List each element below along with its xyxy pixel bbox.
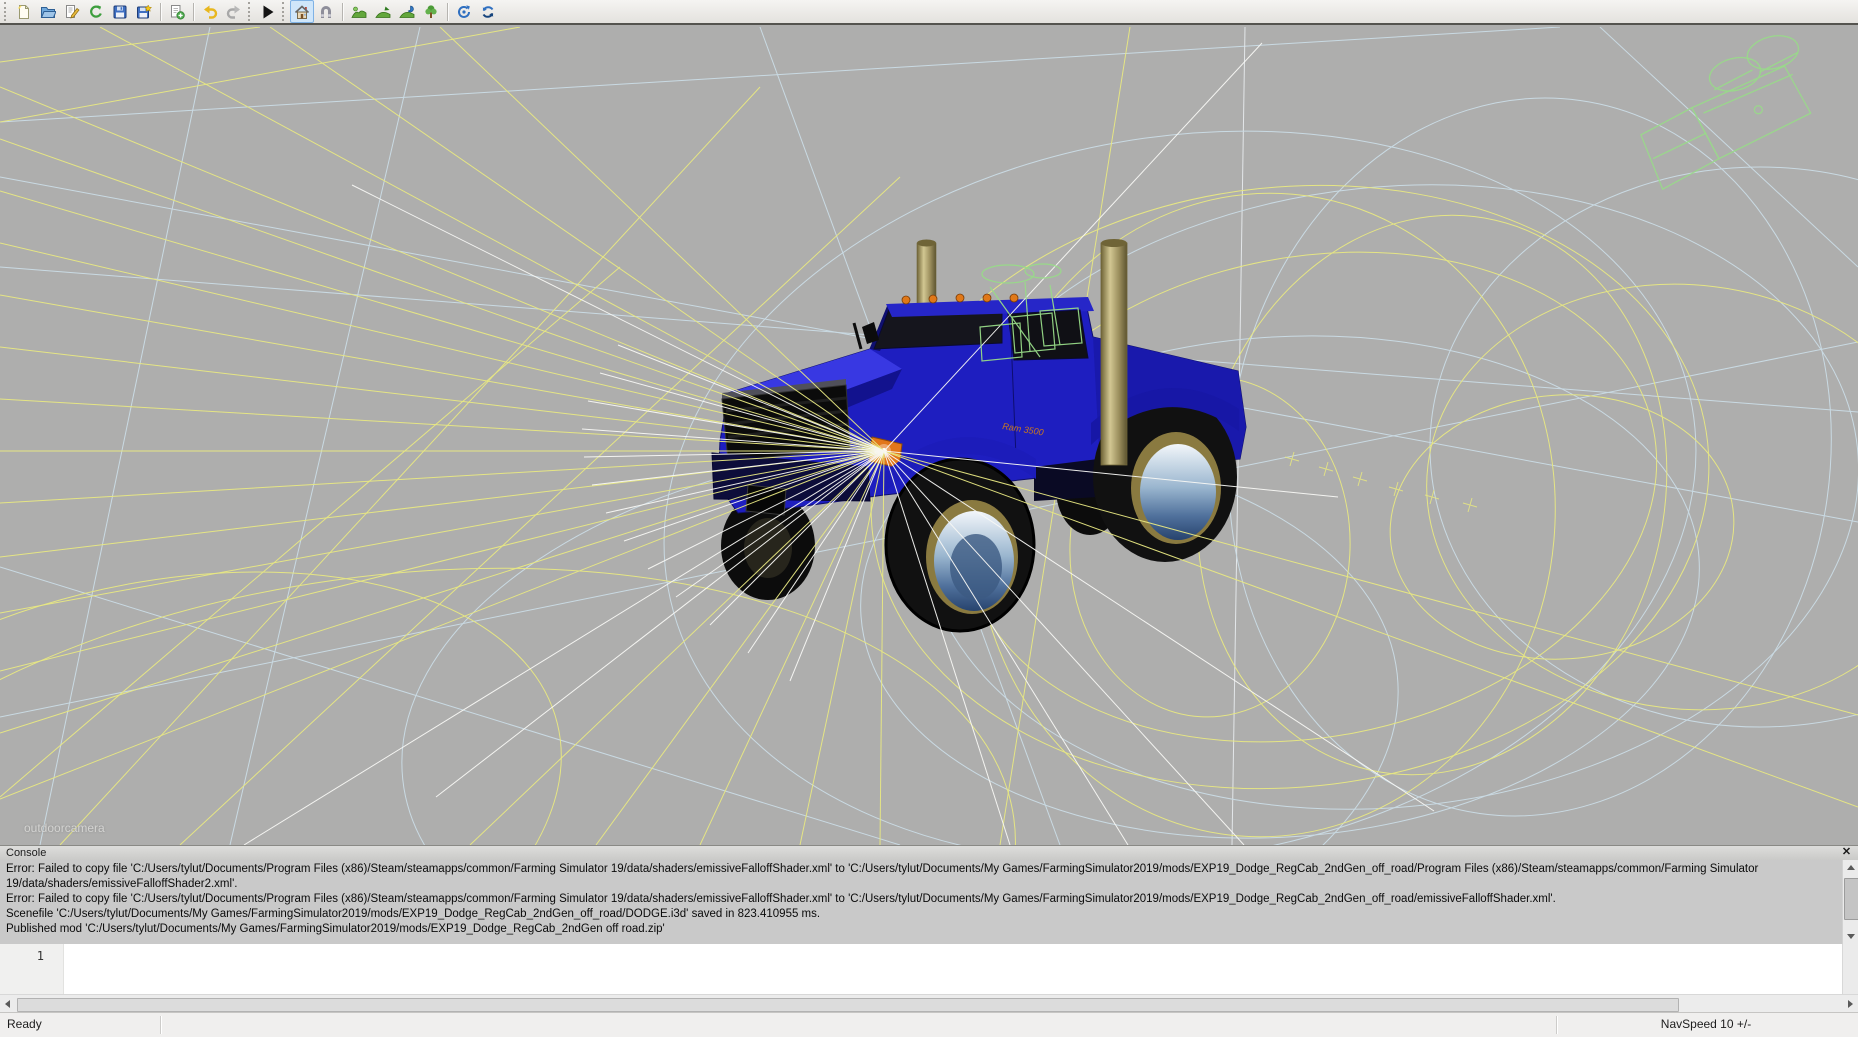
terrain-paint-icon xyxy=(399,4,415,20)
toolbar-separator xyxy=(193,3,194,21)
toolbar-button-reload-textures[interactable] xyxy=(452,0,476,23)
undo-arrow-icon xyxy=(202,4,218,20)
console-vertical-scrollbar[interactable] xyxy=(1842,860,1858,944)
active-camera-label: outdoorcamera xyxy=(24,821,105,835)
scroll-up-icon[interactable] xyxy=(1843,860,1858,874)
line-number: 1 xyxy=(0,949,44,963)
console-line: Error: Failed to copy file 'C:/Users/tyl… xyxy=(6,862,1842,877)
tree-icon xyxy=(423,4,439,20)
terrain-slope-icon xyxy=(375,4,391,20)
toolbar-button-redo[interactable] xyxy=(222,0,246,23)
refresh-green-icon xyxy=(88,4,104,20)
scroll-down-icon[interactable] xyxy=(1843,930,1858,944)
play-triangle-icon xyxy=(260,4,276,20)
open-folder-icon xyxy=(40,4,56,20)
toolbar-button-terrain-smooth[interactable] xyxy=(371,0,395,23)
giants-editor-window: Ram 3500 xyxy=(0,0,1858,1037)
line-number-gutter: 1 xyxy=(0,944,64,994)
page-plus-icon xyxy=(169,4,185,20)
3d-viewport-canvas[interactable]: Ram 3500 xyxy=(0,27,1858,845)
floppy-star-icon xyxy=(136,4,152,20)
console-line: Published mod 'C:/Users/tylut/Documents/… xyxy=(6,922,1842,937)
close-icon[interactable]: ✕ xyxy=(1839,846,1854,859)
toolbar-grip[interactable] xyxy=(282,2,286,21)
toolbar-button-open-file[interactable] xyxy=(36,0,60,23)
toolbar-button-duplicate[interactable] xyxy=(165,0,189,23)
toolbar-button-save[interactable] xyxy=(108,0,132,23)
status-message: Ready xyxy=(7,1017,42,1031)
console-title: Console xyxy=(6,847,46,859)
nav-speed-indicator: NavSpeed 10 +/- xyxy=(1556,1017,1856,1031)
console-line: Error: Failed to copy file 'C:/Users/tyl… xyxy=(6,892,1842,907)
magnet-icon xyxy=(318,4,334,20)
toolbar-button-plant-foliage[interactable] xyxy=(419,0,443,23)
front-wheel xyxy=(886,459,1034,631)
status-bar: Ready NavSpeed 10 +/- xyxy=(0,1012,1858,1037)
scrollbar-thumb[interactable] xyxy=(1844,878,1858,920)
console-horizontal-scrollbar[interactable] xyxy=(0,994,1858,1012)
toolbar-button-frame-home[interactable] xyxy=(290,0,314,23)
scroll-right-icon[interactable] xyxy=(1842,996,1858,1012)
new-file-icon xyxy=(16,4,32,20)
console-panel: Console ✕ Error: Failed to copy file 'C:… xyxy=(0,845,1858,1012)
toolbar-button-new-file[interactable] xyxy=(12,0,36,23)
refresh-blue2-icon xyxy=(480,4,496,20)
toolbar-button-reload[interactable] xyxy=(84,0,108,23)
viewport[interactable]: Ram 3500 xyxy=(0,27,1858,845)
toolbar-button-snap-magnet[interactable] xyxy=(314,0,338,23)
toolbar-separator xyxy=(447,3,448,21)
exhaust-stack xyxy=(1101,243,1127,465)
status-divider xyxy=(160,1016,161,1034)
toolbar-button-reload-shaders[interactable] xyxy=(476,0,500,23)
floppy-disk-icon xyxy=(112,4,128,20)
redo-arrow-icon xyxy=(226,4,242,20)
toolbar-grip[interactable] xyxy=(4,2,8,21)
toolbar-button-terrain-sculpt[interactable] xyxy=(347,0,371,23)
toolbar-button-export[interactable] xyxy=(132,0,156,23)
scroll-left-icon[interactable] xyxy=(0,996,16,1012)
script-input-area[interactable]: 1 xyxy=(0,944,1858,994)
toolbar-separator xyxy=(342,3,343,21)
terrain-hill-icon xyxy=(351,4,367,20)
console-log[interactable]: Error: Failed to copy file 'C:/Users/tyl… xyxy=(0,860,1842,946)
toolbar-button-terrain-paint[interactable] xyxy=(395,0,419,23)
scrollbar-thumb[interactable] xyxy=(17,998,1679,1012)
refresh-blue-icon xyxy=(456,4,472,20)
toolbar-button-undo[interactable] xyxy=(198,0,222,23)
toolbar xyxy=(0,0,1858,25)
toolbar-button-edit-script[interactable] xyxy=(60,0,84,23)
toolbar-button-play[interactable] xyxy=(256,0,280,23)
console-line: 19/data/shaders/emissiveFalloffShader2.x… xyxy=(6,877,1842,892)
script-scroll-strip xyxy=(1842,944,1858,994)
camera-gizmo-icon xyxy=(1625,31,1823,191)
edit-document-icon xyxy=(64,4,80,20)
home-house-icon xyxy=(294,4,310,20)
console-header: Console ✕ xyxy=(0,846,1858,860)
toolbar-separator xyxy=(160,3,161,21)
vertex-cross-markers xyxy=(1285,452,1477,512)
console-line: Scenefile 'C:/Users/tylut/Documents/My G… xyxy=(6,907,1842,922)
toolbar-grip[interactable] xyxy=(248,2,252,21)
